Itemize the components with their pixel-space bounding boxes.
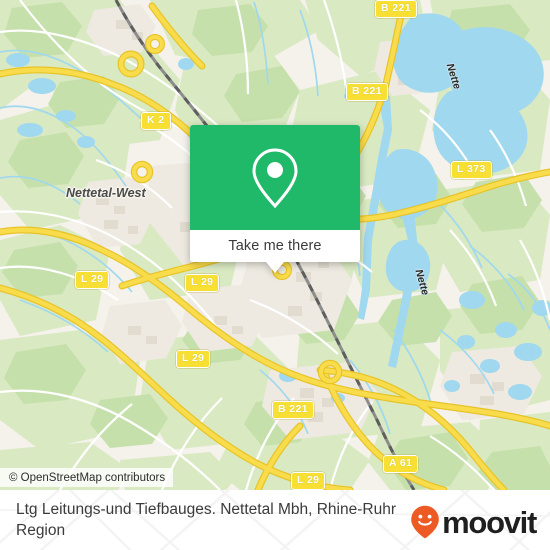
road-shield-b221-top[interactable]: B 221 <box>375 0 418 18</box>
road-shield-b221-bottom[interactable]: B 221 <box>272 401 315 419</box>
moovit-logo[interactable]: moovit <box>410 504 537 540</box>
moovit-wordmark: moovit <box>442 504 537 540</box>
moovit-map-screenshot: Nettetal-West Nette Nette B 221 B 221 K … <box>0 0 550 550</box>
road-shield-l29-lower[interactable]: L 29 <box>176 350 211 368</box>
location-pin-icon <box>249 146 301 210</box>
location-popup-footer[interactable]: Take me there <box>190 230 360 262</box>
moovit-pin-smile-icon <box>410 505 440 539</box>
place-label-nettetal-west: Nettetal-West <box>66 186 146 200</box>
road-shield-l373[interactable]: L 373 <box>451 161 492 179</box>
footer-bar: Ltg Leitungs-und Tiefbauges. Nettetal Mb… <box>0 490 550 550</box>
road-shield-l29-bottom[interactable]: L 29 <box>291 472 326 490</box>
road-shield-l29-mid[interactable]: L 29 <box>185 274 220 292</box>
popup-pointer-tail <box>266 262 284 273</box>
road-shield-k2[interactable]: K 2 <box>141 112 171 130</box>
road-shield-b221-upper[interactable]: B 221 <box>346 83 389 101</box>
location-popup-hero <box>190 125 360 230</box>
road-shield-l29-west[interactable]: L 29 <box>75 271 110 289</box>
map-canvas[interactable]: Nettetal-West Nette Nette B 221 B 221 K … <box>0 0 550 490</box>
location-popup-card[interactable]: Take me there <box>190 125 360 273</box>
page-title: Ltg Leitungs-und Tiefbauges. Nettetal Mb… <box>16 501 396 539</box>
take-me-there-button[interactable]: Take me there <box>228 238 321 254</box>
map-attribution-label: © OpenStreetMap contributors <box>9 471 166 484</box>
road-shield-a61[interactable]: A 61 <box>383 455 419 473</box>
map-attribution[interactable]: © OpenStreetMap contributors <box>0 468 174 487</box>
location-popup-body: Take me there <box>190 125 360 262</box>
